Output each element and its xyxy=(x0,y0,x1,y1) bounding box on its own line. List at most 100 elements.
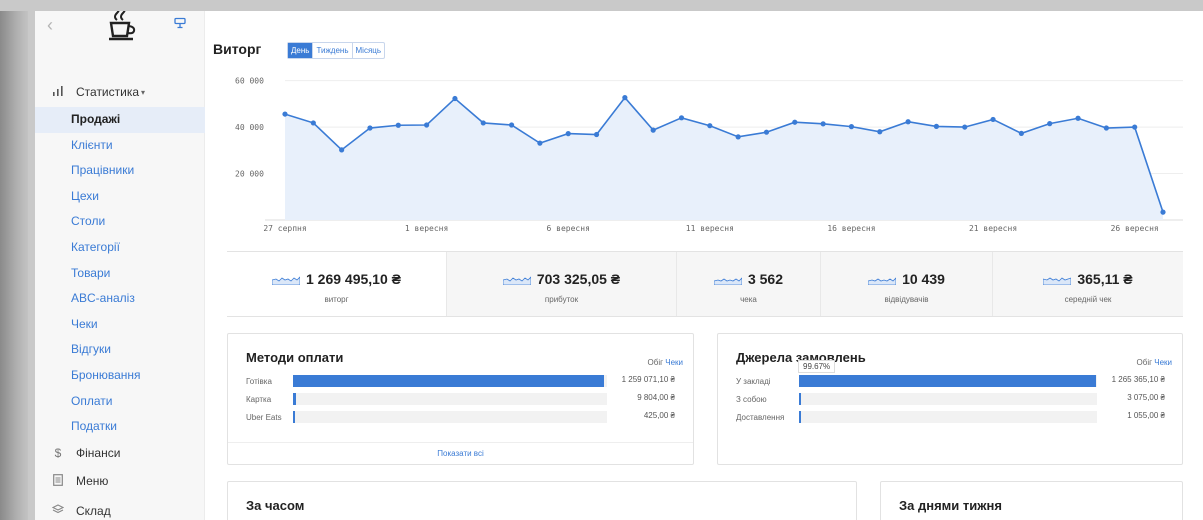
data-point xyxy=(735,134,741,140)
sidebar-item-abc-analysis[interactable]: ABC-аналіз xyxy=(35,286,205,312)
sidebar-item-workshops[interactable]: Цехи xyxy=(35,184,205,210)
layers-icon xyxy=(49,504,67,518)
bar-label: З собою xyxy=(736,394,767,404)
bar-amount: 1 259 071,10 ₴ xyxy=(621,375,675,384)
data-point xyxy=(537,140,543,146)
bar-track: 1 259 071,10 ₴ xyxy=(293,375,675,387)
sidebar-section-statistics[interactable]: Статистика ▾ xyxy=(49,81,145,103)
bar-row: Готівка 1 259 071,10 ₴ xyxy=(246,374,675,388)
sidebar-section-label: Меню xyxy=(76,474,109,488)
bar-amount: 3 075,00 ₴ xyxy=(1127,393,1165,402)
y-tick-label: 60 000 xyxy=(235,77,264,86)
sidebar-item-employees[interactable]: Працівники xyxy=(35,158,205,184)
sidebar-item-categories[interactable]: Категорії xyxy=(35,235,205,261)
stat-profit: 703 325,05 ₴ прибуток xyxy=(446,252,676,316)
bar-chart-icon xyxy=(49,85,67,99)
dollar-icon: $ xyxy=(54,446,62,460)
data-point xyxy=(820,121,826,127)
stats-strip: 1 269 495,10 ₴ виторг 703 325,05 ₴ прибу… xyxy=(227,251,1183,317)
period-day-button[interactable]: День xyxy=(288,43,313,58)
card-mode-links: Обіг Чеки xyxy=(648,358,683,367)
stat-label: прибуток xyxy=(544,295,579,304)
bar-label: Uber Eats xyxy=(246,412,282,422)
bar-row: З собою 3 075,00 ₴ xyxy=(736,392,1165,406)
stat-receipts: 3 562 чека xyxy=(676,252,820,316)
data-point xyxy=(424,122,430,128)
card-title: За днями тижня xyxy=(899,498,1002,513)
sidebar-section-label: Склад xyxy=(76,504,111,518)
sparkline-icon xyxy=(1042,277,1072,286)
bar-track: 9 804,00 ₴ xyxy=(293,393,675,405)
period-month-button[interactable]: Місяць xyxy=(351,43,385,58)
turnover-link[interactable]: Обіг xyxy=(1137,358,1153,367)
sidebar-item-tables[interactable]: Столи xyxy=(35,209,205,235)
data-point xyxy=(990,116,996,123)
sidebar-item-receipts[interactable]: Чеки xyxy=(35,312,205,338)
sidebar-section-menu[interactable]: Меню xyxy=(49,470,108,492)
sparkline-icon xyxy=(271,276,301,286)
y-tick-label: 40 000 xyxy=(235,123,264,132)
sidebar-item-clients[interactable]: Клієнти xyxy=(35,133,205,159)
stat-label: середній чек xyxy=(1064,295,1112,304)
stat-label: відвідувачів xyxy=(884,295,929,304)
show-all-link[interactable]: Показати всі xyxy=(228,442,693,464)
bar-amount: 1 265 365,10 ₴ xyxy=(1111,375,1165,384)
bar-amount: 9 804,00 ₴ xyxy=(637,393,675,402)
sidebar-section-warehouse[interactable]: Склад xyxy=(49,500,111,520)
data-point xyxy=(339,147,345,153)
stat-value: 703 325,05 ₴ xyxy=(536,271,621,287)
sidebar-item-sales[interactable]: Продажі xyxy=(35,107,205,133)
bar-fill xyxy=(293,411,295,423)
document-icon xyxy=(49,473,67,489)
data-point xyxy=(650,127,656,133)
sidebar-section-finance[interactable]: $ Фінанси xyxy=(49,442,121,464)
data-point xyxy=(678,115,685,121)
data-point xyxy=(593,131,600,138)
period-week-button[interactable]: Тиждень xyxy=(312,43,351,58)
x-tick-label: 26 вересня xyxy=(1111,224,1159,233)
sidebar-item-taxes[interactable]: Податки xyxy=(35,414,205,440)
data-point xyxy=(763,129,770,135)
turnover-link[interactable]: Обіг xyxy=(648,358,664,367)
bar-tooltip: 99.67% xyxy=(798,360,836,373)
data-point xyxy=(480,120,486,126)
coffee-cup-icon[interactable] xyxy=(105,11,139,43)
data-point xyxy=(877,129,883,135)
card-title: Методи оплати xyxy=(246,350,344,365)
bar-fill xyxy=(799,375,1097,387)
receipts-link[interactable]: Чеки xyxy=(1154,358,1172,367)
y-tick-label: 20 000 xyxy=(235,170,264,179)
bar-row: Картка 9 804,00 ₴ xyxy=(246,392,675,406)
data-point xyxy=(1103,125,1109,131)
sidebar-item-products[interactable]: Товари xyxy=(35,261,205,287)
terminal-icon[interactable] xyxy=(174,17,186,29)
data-point xyxy=(792,119,798,125)
bar-label: Доставлення xyxy=(736,412,785,422)
main-content: Виторг День Тиждень Місяць 60 000 40 000 2… xyxy=(205,11,1203,520)
sidebar-item-bookings[interactable]: Бронювання xyxy=(35,363,205,389)
x-tick-label: 6 вересня xyxy=(547,224,590,233)
sidebar-item-reviews[interactable]: Відгуки xyxy=(35,337,205,363)
receipts-link[interactable]: Чеки xyxy=(665,358,683,367)
sidebar-section-label: Фінанси xyxy=(76,446,121,460)
data-point xyxy=(282,111,288,117)
order-sources-card: Джерела замовлень Обіг Чеки 99.67% У зак… xyxy=(717,333,1183,465)
window-frame-top xyxy=(0,0,1203,11)
bar-amount: 1 055,00 ₴ xyxy=(1127,411,1165,420)
data-point xyxy=(1018,130,1024,136)
revenue-chart: 60 000 40 000 20 000 27 серпня 1 вересня 6 ве… xyxy=(235,77,1183,233)
payment-methods-card: Методи оплати Обіг Чеки Готівка 1 259 07… xyxy=(227,333,694,465)
bar-fill xyxy=(799,411,801,423)
bar-row: Uber Eats 425,00 ₴ xyxy=(246,410,675,424)
x-tick-label: 21 вересня xyxy=(969,224,1017,233)
data-point xyxy=(565,131,571,137)
x-tick-label: 27 серпня xyxy=(263,224,306,233)
data-point xyxy=(905,119,911,125)
data-point xyxy=(848,124,855,130)
chevron-left-icon[interactable]: ‹ xyxy=(47,15,53,36)
revenue-title: Виторг xyxy=(213,41,262,57)
data-point xyxy=(1132,124,1138,130)
bar-row: У закладі 1 265 365,10 ₴ xyxy=(736,374,1165,388)
stat-label: виторг xyxy=(324,295,349,304)
sidebar-item-payments[interactable]: Оплати xyxy=(35,389,205,415)
